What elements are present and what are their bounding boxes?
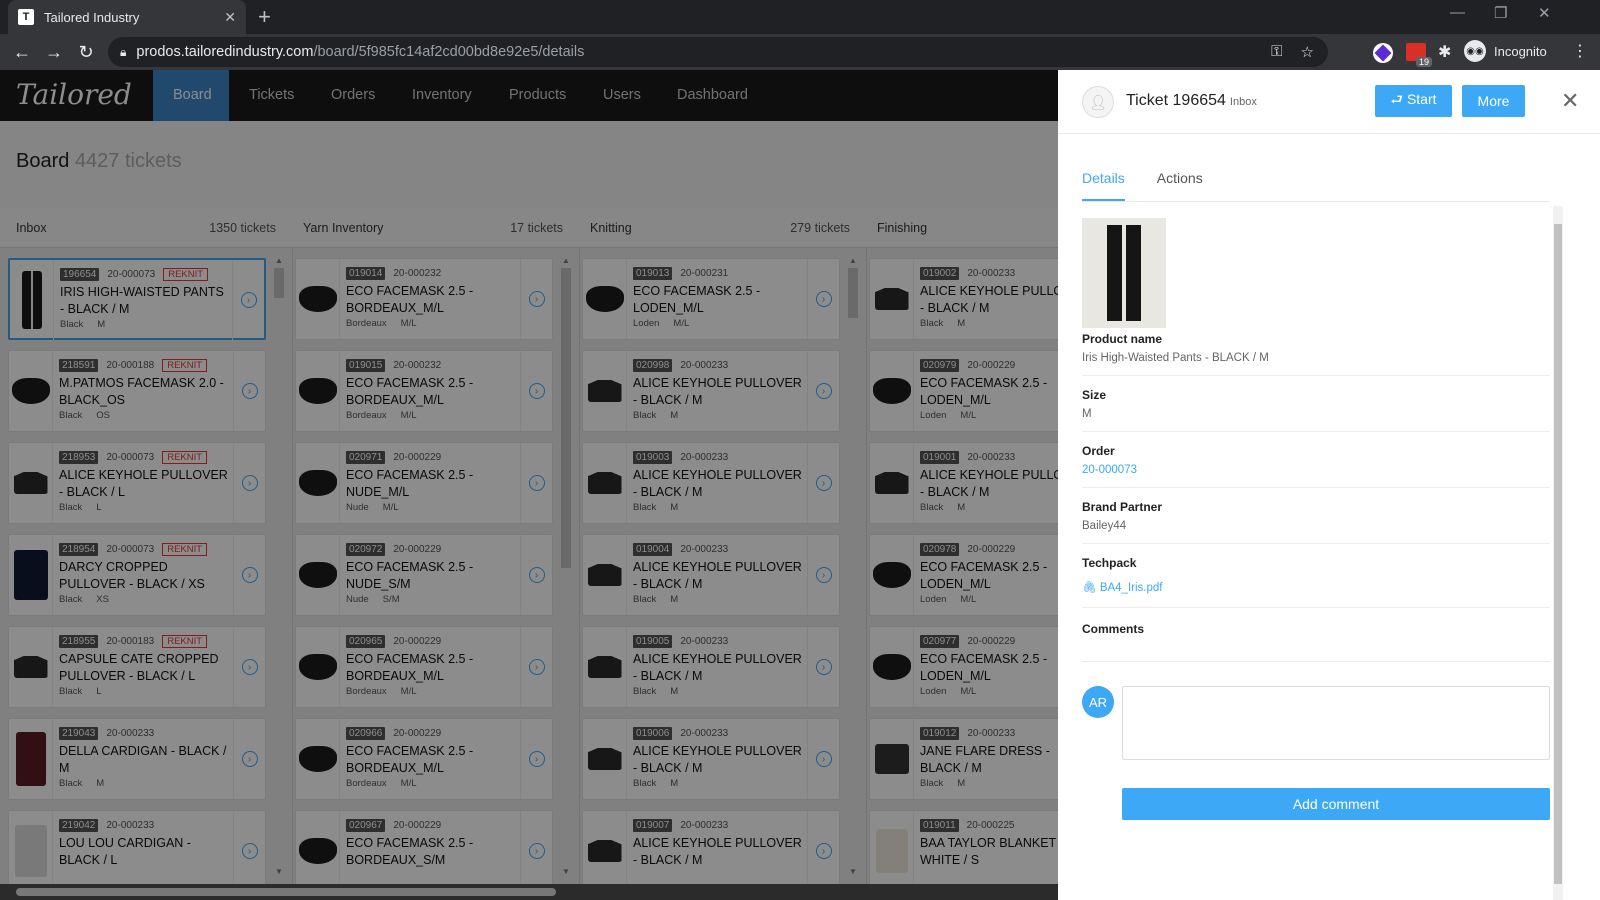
new-tab-icon[interactable]: +	[258, 4, 271, 30]
commenter-avatar: AR	[1082, 686, 1114, 718]
product-name-label: Product name	[1082, 332, 1163, 346]
techpack-filename: BA4_Iris.pdf	[1099, 582, 1163, 594]
brand-partner-value: Bailey44	[1082, 520, 1127, 532]
techpack-label: Techpack	[1082, 556, 1137, 570]
modal-overlay[interactable]	[0, 70, 1058, 900]
extension-badge: 19	[1415, 57, 1432, 67]
browser-tabstrip: T Tailored Industry ✕ + — ❐ ✕	[0, 0, 1600, 34]
field-product-name: Product name Iris High-Waisted Pants - B…	[1082, 332, 1550, 376]
comment-input[interactable]	[1122, 686, 1550, 760]
window-close-icon[interactable]: ✕	[1538, 4, 1551, 22]
ticket-status: Inbox	[1229, 96, 1257, 108]
restore-icon[interactable]: ❐	[1494, 4, 1507, 22]
extensions-puzzle-icon[interactable]: ✱	[1438, 42, 1451, 62]
panel-scrollbar[interactable]	[1553, 206, 1563, 900]
scrollbar-thumb[interactable]	[16, 888, 556, 896]
forward-icon[interactable]: →	[38, 42, 70, 63]
minimize-icon[interactable]: —	[1450, 4, 1465, 21]
ticket-detail-panel: 👤︎ Ticket 196654 Inbox ⮐ Start More ✕ Det…	[1058, 70, 1600, 900]
close-tab-icon[interactable]: ✕	[224, 9, 236, 26]
tab-details[interactable]: Details	[1082, 170, 1125, 201]
order-link[interactable]: 20-000073	[1082, 464, 1550, 476]
panel-scrollbar-thumb[interactable]	[1554, 224, 1562, 884]
browser-toolbar: ← → ↻ 🔒︎ prodos.tailoredindustry.com/boa…	[0, 34, 1600, 70]
board-horizontal-scrollbar[interactable]	[0, 884, 1058, 900]
assignee-avatar-icon[interactable]: 👤︎	[1082, 86, 1114, 118]
incognito-icon: ◉◉	[1464, 40, 1486, 62]
product-name-value: Iris High-Waisted Pants - BLACK / M	[1082, 352, 1269, 364]
paperclip-icon: 🖇︎	[1082, 582, 1097, 594]
reload-icon[interactable]: ↻	[70, 42, 102, 63]
back-icon[interactable]: ←	[6, 42, 38, 63]
key-icon[interactable]: ⚿	[1271, 43, 1282, 61]
order-label: Order	[1082, 444, 1115, 458]
ticket-heading: Ticket 196654 Inbox	[1126, 92, 1257, 110]
tab-title: Tailored Industry	[44, 9, 140, 25]
browser-tab[interactable]: T Tailored Industry ✕	[8, 0, 246, 34]
app-root: Tailored Board Tickets Orders Inventory …	[0, 70, 1600, 900]
more-button[interactable]: More	[1462, 85, 1525, 117]
tailored-favicon-icon: T	[18, 9, 34, 25]
panel-tabs: Details Actions	[1082, 170, 1550, 202]
bookmark-star-icon[interactable]: ☆	[1301, 43, 1314, 61]
browser-menu-icon[interactable]: ⋮	[1572, 41, 1588, 61]
size-label: Size	[1082, 388, 1107, 402]
calendar-extension-icon[interactable]: 19	[1406, 43, 1432, 67]
field-size: Size M	[1082, 388, 1550, 432]
lock-icon: 🔒︎	[120, 44, 127, 59]
ticket-title: Ticket 196654	[1126, 92, 1226, 109]
address-bar[interactable]: 🔒︎ prodos.tailoredindustry.com/board/5f9…	[108, 37, 1328, 67]
size-value: M	[1082, 408, 1092, 420]
field-techpack: Techpack 🖇︎ BA4_Iris.pdf	[1082, 556, 1550, 608]
brand-partner-label: Brand Partner	[1082, 500, 1163, 514]
incognito-profile[interactable]: ◉◉ Incognito	[1464, 40, 1547, 62]
techpack-link[interactable]: 🖇︎ BA4_Iris.pdf	[1082, 580, 1550, 594]
product-image[interactable]	[1082, 218, 1166, 328]
field-brand-partner: Brand Partner Bailey44	[1082, 500, 1550, 544]
panel-header: 👤︎ Ticket 196654 Inbox ⮐ Start More ✕	[1058, 70, 1600, 134]
comments-label: Comments	[1082, 622, 1145, 636]
incognito-label: Incognito	[1494, 43, 1547, 59]
start-button[interactable]: ⮐ Start	[1375, 85, 1452, 117]
proton-extension-icon[interactable]	[1373, 43, 1393, 63]
add-comment-button[interactable]: Add comment	[1122, 788, 1550, 820]
tab-actions[interactable]: Actions	[1157, 170, 1203, 201]
url-host: prodos.tailoredindustry.com	[136, 44, 314, 60]
close-panel-icon[interactable]: ✕	[1561, 88, 1579, 114]
field-order: Order 20-000073	[1082, 444, 1550, 488]
url-path: /board/5f985fc14af2cd00bd8e92e5/details	[313, 44, 585, 60]
field-comments: Comments	[1082, 622, 1550, 662]
